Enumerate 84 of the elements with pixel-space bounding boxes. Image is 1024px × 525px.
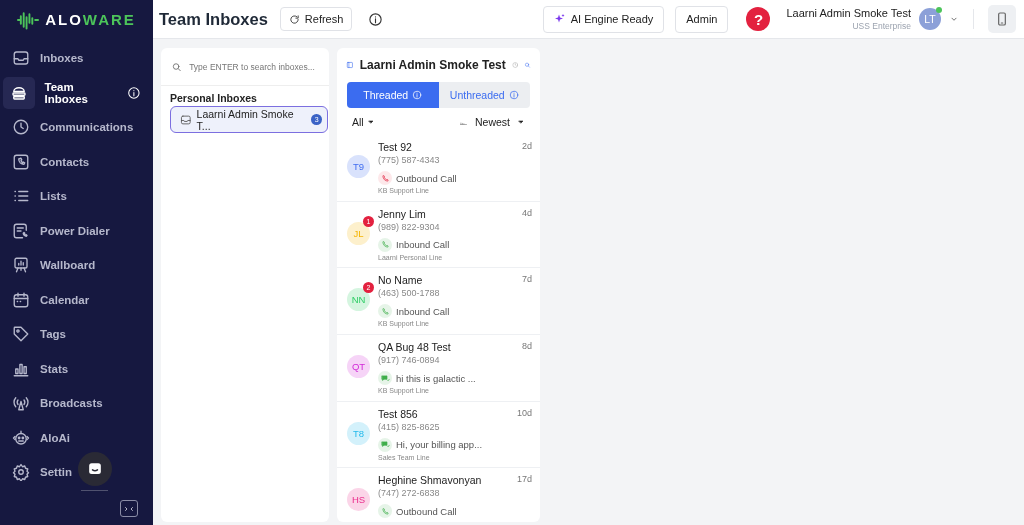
- user-name: Laarni Admin Smoke Test: [786, 7, 911, 19]
- sidebar-item[interactable]: Wallboard: [2, 248, 151, 283]
- inbox-icon: [180, 113, 192, 126]
- contact-avatar: QT: [347, 355, 370, 379]
- message-preview: hi this is galactic ...: [396, 372, 476, 384]
- phone-card-icon: [12, 152, 30, 171]
- filter-dropdown[interactable]: All: [352, 115, 375, 128]
- time-ago: 7d: [522, 274, 532, 287]
- view-tab[interactable]: Unthreaded: [438, 82, 530, 108]
- sidebar-item[interactable]: AloAi: [2, 420, 151, 455]
- phone-number: (415) 825-8625: [378, 421, 441, 434]
- caret-icon: [366, 117, 375, 126]
- inbox-icon: [12, 49, 30, 68]
- phone-button[interactable]: [988, 5, 1016, 33]
- contact-name: QA Bug 48 Test: [378, 341, 452, 356]
- phone-number: (747) 272-6838: [378, 488, 441, 501]
- robot-icon: [12, 428, 30, 447]
- message-icon: [380, 440, 390, 450]
- antenna-icon: [12, 394, 30, 413]
- phone-number: (775) 587-4343: [378, 155, 441, 167]
- sidebar-item[interactable]: Power Dialer: [2, 213, 151, 248]
- contact-name: Jenny Lim: [378, 207, 427, 222]
- call-icon: [380, 506, 390, 516]
- brand-logo: ALOWARE: [45, 11, 136, 28]
- refresh-icon: [288, 13, 300, 25]
- message-preview: Outbound Call: [396, 505, 457, 517]
- time-ago: 2d: [522, 141, 532, 153]
- sidebar-item[interactable]: Settin: [2, 455, 151, 490]
- time-ago: 8d: [522, 341, 532, 354]
- collapse-button[interactable]: [120, 500, 138, 517]
- sidebar-item[interactable]: Calendar: [2, 282, 151, 317]
- message-preview: Outbound Call: [396, 172, 457, 184]
- sidebar-item[interactable]: Communications: [2, 110, 151, 145]
- page-title: Team Inboxes: [159, 9, 268, 29]
- time-ago: 4d: [522, 207, 532, 220]
- settings-icon: [12, 463, 30, 482]
- call-icon: [380, 173, 390, 183]
- phone-number: (917) 746-0894: [378, 355, 441, 368]
- message-preview: Hi, your billing app...: [396, 439, 483, 451]
- caret-icon: [517, 117, 525, 126]
- role-button[interactable]: Admin: [675, 5, 729, 33]
- view-tab[interactable]: Threaded: [347, 82, 439, 108]
- sidebar-item[interactable]: Contacts: [2, 144, 151, 179]
- time-ago: 17d: [516, 474, 532, 487]
- time-ago: 10d: [516, 407, 532, 420]
- contact-name: No Name: [378, 274, 424, 289]
- contact-name: Test 856: [378, 407, 419, 422]
- clock-icon: [12, 118, 30, 137]
- inbox-title: Laarni Admin Smoke Test: [359, 58, 506, 72]
- contact-name: Test 92: [378, 141, 413, 155]
- sort-dropdown[interactable]: Newest: [459, 115, 525, 128]
- section-title: Personal Inboxes: [170, 92, 258, 104]
- tag-icon: [12, 325, 30, 344]
- refresh-button[interactable]: Refresh: [279, 7, 353, 31]
- info-icon: [368, 11, 384, 27]
- search-icon: [171, 60, 183, 73]
- contact-avatar: HS: [347, 488, 370, 512]
- sidebar-item[interactable]: Broadcasts: [2, 386, 151, 421]
- calendar-icon: [12, 290, 30, 309]
- sidebar-item[interactable]: Lists: [2, 179, 151, 214]
- logo-wave-icon: [17, 9, 40, 30]
- dialer-icon: [12, 221, 30, 240]
- ai-status-button[interactable]: AI Engine Ready: [542, 5, 665, 33]
- easel-icon: [12, 256, 30, 275]
- phone-number: (989) 822-9304: [378, 221, 441, 234]
- chat-launcher[interactable]: [78, 452, 112, 486]
- info-icon: [508, 90, 519, 100]
- call-icon: [380, 240, 390, 250]
- message-preview: Inbound Call: [396, 305, 450, 317]
- contact-name: Heghine Shmavonyan: [378, 474, 483, 489]
- info-icon: [412, 90, 423, 100]
- company-name: USS Enterprise: [852, 21, 911, 31]
- sidebar-item[interactable]: Team Inboxes: [2, 75, 151, 110]
- help-button[interactable]: ?: [746, 7, 771, 31]
- sidebar-item[interactable]: Inboxes: [2, 41, 151, 76]
- phone-number: (463) 500-1788: [378, 288, 441, 301]
- call-icon: [380, 306, 390, 316]
- message-icon: [380, 373, 390, 383]
- sidebar-item[interactable]: Tags: [2, 317, 151, 352]
- contact-avatar: T9: [347, 155, 370, 178]
- message-preview: Inbound Call: [396, 239, 450, 251]
- contact-avatar: T8: [347, 421, 370, 445]
- sidebar-item[interactable]: Stats: [2, 351, 151, 386]
- clock-icon: [511, 59, 519, 71]
